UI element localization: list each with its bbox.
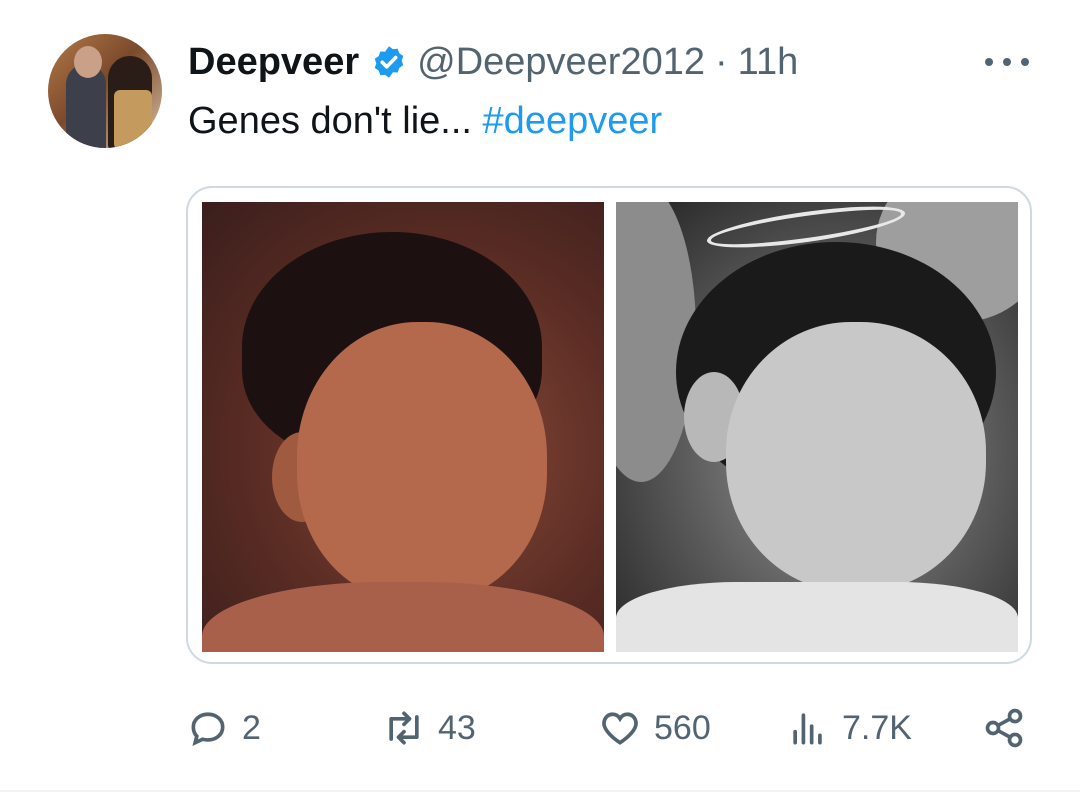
like-icon <box>602 712 638 745</box>
reply-icon <box>191 712 225 746</box>
tweet-text: Genes don't lie... #deepveer <box>188 100 662 143</box>
retweet-count: 43 <box>438 708 476 747</box>
like-button[interactable]: 560 <box>598 700 711 756</box>
separator-dot: · <box>715 40 728 83</box>
views-count: 7.7K <box>842 708 912 747</box>
reply-count: 2 <box>242 708 261 747</box>
views-icon <box>793 713 822 745</box>
timestamp[interactable]: 11h <box>738 41 799 84</box>
tweet-text-body: Genes don't lie... <box>188 100 483 142</box>
retweet-icon <box>389 711 419 745</box>
reply-button[interactable]: 2 <box>186 700 261 756</box>
retweet-button[interactable]: 43 <box>382 700 476 756</box>
display-name[interactable]: Deepveer <box>188 41 359 84</box>
more-icon[interactable] <box>985 50 1029 74</box>
verified-badge-icon <box>374 46 404 78</box>
share-icon <box>985 708 1023 748</box>
media-grid <box>186 186 1032 664</box>
photo-child-right[interactable] <box>616 202 1018 652</box>
divider <box>0 790 1080 792</box>
hashtag-link[interactable]: #deepveer <box>483 100 663 142</box>
like-count: 560 <box>654 708 711 747</box>
avatar[interactable] <box>48 34 162 148</box>
action-bar: 2 43 560 7.7K <box>186 700 1046 756</box>
photo-child-left[interactable] <box>202 202 604 652</box>
views-button[interactable]: 7.7K <box>786 700 912 756</box>
tweet-header: Deepveer @Deepveer2012 · 11h <box>188 38 798 86</box>
share-button[interactable] <box>982 700 1026 756</box>
user-handle[interactable]: @Deepveer2012 <box>417 41 705 84</box>
